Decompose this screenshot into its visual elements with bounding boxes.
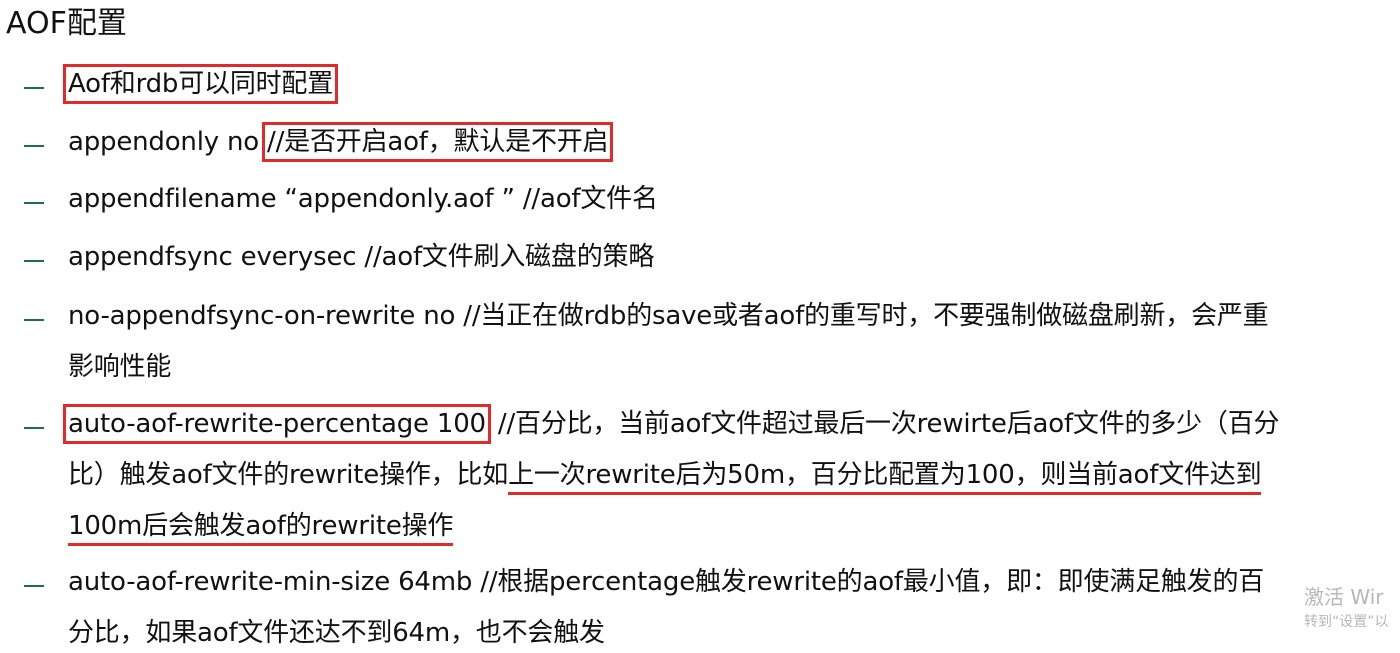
list-item-line: appendonly no //是否开启aof，默认是不开启 (68, 122, 614, 162)
config-directive: no-appendfsync-on-rewrite no //当正在做rdb的s… (68, 301, 1269, 331)
config-directive: appendfsync everysec //aof文件刷入磁盘的策略 (68, 242, 655, 272)
list-bullet-dash (24, 202, 44, 204)
config-directive: auto-aof-rewrite-min-size 64mb //根据perce… (68, 567, 1265, 597)
underlined-text: 上一次rewrite后为50m，百分比配置为100，则当前aof文件达到 (508, 460, 1262, 495)
list-item-line: auto-aof-rewrite-percentage 100//百分比，当前a… (63, 404, 1280, 444)
list-item-line: appendfsync everysec //aof文件刷入磁盘的策略 (68, 237, 654, 277)
list-bullet-dash (24, 427, 44, 429)
underlined-text: 100m后会触发aof的rewrite操作 (68, 511, 453, 546)
watermark-line-1: 激活 Wir (1304, 585, 1384, 609)
list-item-continuation: 比）触发aof文件的rewrite操作，比如上一次rewrite后为50m，百分… (68, 455, 1262, 495)
list-bullet-dash (24, 319, 44, 321)
highlighted-directive: auto-aof-rewrite-percentage 100 (63, 404, 491, 444)
config-comment: 分比，如果aof文件还达不到64m，也不会触发 (68, 618, 605, 648)
list-bullet-dash (24, 87, 44, 89)
config-comment: 比）触发aof文件的rewrite操作，比如 (68, 460, 509, 490)
list-item-line: auto-aof-rewrite-min-size 64mb //根据perce… (68, 562, 1264, 602)
config-directive: appendfilename “appendonly.aof ” //aof文件… (68, 184, 658, 214)
list-item-line: no-appendfsync-on-rewrite no //当正在做rdb的s… (68, 296, 1269, 336)
config-comment: //百分比，当前aof文件超过最后一次rewirte后aof文件的多少（百分 (497, 409, 1280, 439)
watermark-line-2: 转到“设置”以 (1304, 614, 1389, 630)
list-item-line: appendfilename “appendonly.aof ” //aof文件… (68, 179, 658, 219)
highlighted-comment: //是否开启aof，默认是不开启 (262, 122, 614, 162)
list-bullet-dash (24, 145, 44, 147)
highlighted-text: Aof和rdb可以同时配置 (62, 64, 339, 104)
config-comment: 影响性能 (68, 352, 172, 382)
list-bullet-dash (24, 260, 44, 262)
config-directive: appendonly no (68, 127, 268, 157)
list-bullet-dash (24, 585, 44, 587)
list-item-line: Aof和rdb可以同时配置 (62, 64, 339, 104)
list-item-continuation: 影响性能 (68, 347, 171, 387)
page-title: AOF配置 (6, 6, 127, 41)
activation-watermark: 激活 Wir 转到“设置”以 (1304, 585, 1389, 631)
list-item-continuation: 分比，如果aof文件还达不到64m，也不会触发 (68, 613, 605, 653)
list-item-continuation: 100m后会触发aof的rewrite操作 (68, 506, 453, 546)
